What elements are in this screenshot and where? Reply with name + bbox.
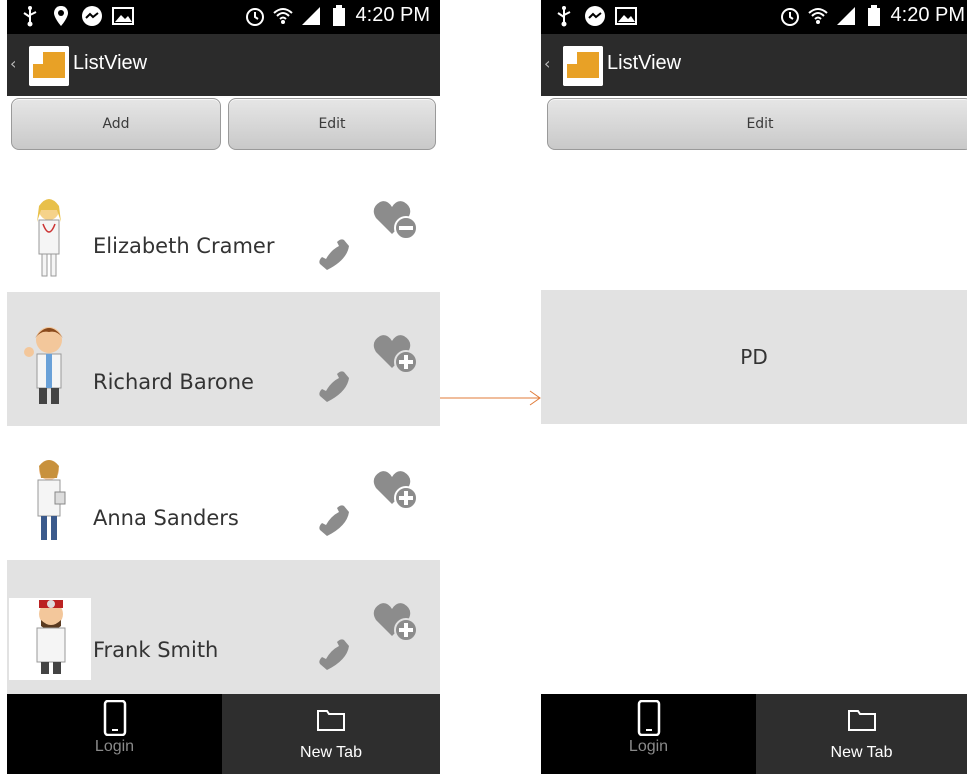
signal-icon (300, 5, 322, 27)
signal-icon (835, 5, 857, 27)
app-logo[interactable] (563, 46, 603, 86)
messenger-icon (584, 5, 606, 27)
doctor-male-avatar (36, 600, 66, 674)
contact-name: Elizabeth Cramer (93, 234, 275, 258)
action-bar: ‹ ListView (541, 34, 967, 96)
doctor-female-avatar (37, 460, 66, 540)
tab-label: New Tab (300, 744, 362, 761)
tab-bar: Login New Tab (541, 694, 967, 774)
list-item[interactable]: Richard Barone (7, 292, 440, 426)
transition-arrow (440, 390, 541, 406)
alarm-icon (244, 5, 266, 27)
alarm-icon (779, 5, 801, 27)
gallery-icon (112, 5, 134, 27)
battery-icon (328, 4, 350, 27)
list-item[interactable]: Anna Sanders (7, 426, 440, 560)
location-pin-icon (50, 5, 72, 27)
messenger-icon (81, 5, 103, 27)
app-logo[interactable] (29, 46, 69, 86)
tab-login[interactable]: Login (541, 694, 756, 774)
tab-label: New Tab (830, 744, 893, 761)
favorite-add-icon[interactable] (372, 332, 420, 376)
doctor-female-avatar (37, 199, 61, 277)
favorite-remove-icon[interactable] (372, 198, 420, 242)
contact-name: Richard Barone (93, 370, 254, 394)
folder-icon (847, 710, 876, 731)
status-time: 4:20 PM (890, 4, 965, 26)
tab-bar: Login New Tab (7, 694, 440, 774)
gallery-icon (615, 5, 637, 27)
tab-label: Login (628, 738, 669, 755)
tab-login[interactable]: Login (7, 694, 222, 774)
add-button[interactable]: Add (11, 98, 221, 150)
detail-row[interactable]: PD (541, 290, 967, 424)
phone-device-icon (103, 700, 126, 736)
contact-name: Anna Sanders (93, 506, 239, 530)
phone-icon[interactable] (313, 366, 353, 406)
action-bar: ‹ ListView (7, 34, 440, 96)
phone-icon[interactable] (313, 634, 353, 674)
page-title: ListView (73, 52, 148, 74)
list-screen: 4:20 PM ‹ ListView Add Edit Elizabeth Cr… (7, 0, 440, 774)
tab-new-tab[interactable]: New Tab (222, 694, 440, 774)
phone-icon[interactable] (313, 234, 353, 274)
phone-device-icon (637, 700, 660, 736)
tab-label: Login (94, 738, 135, 755)
edit-button[interactable]: Edit (547, 98, 967, 150)
status-bar: 4:20 PM (541, 0, 967, 34)
list-item[interactable]: Frank Smith (7, 560, 440, 694)
phone-icon[interactable] (313, 500, 353, 540)
list-item[interactable]: Elizabeth Cramer (7, 158, 440, 292)
contact-name: Frank Smith (93, 638, 219, 662)
folder-icon (317, 710, 345, 731)
back-chevron-icon[interactable]: ‹ (544, 54, 550, 73)
wifi-icon (272, 5, 294, 27)
detail-screen: 4:20 PM ‹ ListView Edit PD Login New Tab (541, 0, 967, 774)
back-chevron-icon[interactable]: ‹ (10, 54, 16, 73)
battery-icon (863, 4, 885, 27)
detail-text: PD (740, 345, 768, 369)
doctor-male-avatar (24, 327, 63, 404)
favorite-add-icon[interactable] (372, 600, 420, 644)
wifi-icon (807, 5, 829, 27)
page-title: ListView (607, 52, 682, 74)
tab-new-tab[interactable]: New Tab (756, 694, 967, 774)
favorite-add-icon[interactable] (372, 468, 420, 512)
edit-button[interactable]: Edit (228, 98, 436, 150)
usb-icon (19, 5, 41, 27)
status-time: 4:20 PM (355, 4, 430, 26)
status-bar: 4:20 PM (7, 0, 440, 34)
usb-icon (553, 5, 575, 27)
